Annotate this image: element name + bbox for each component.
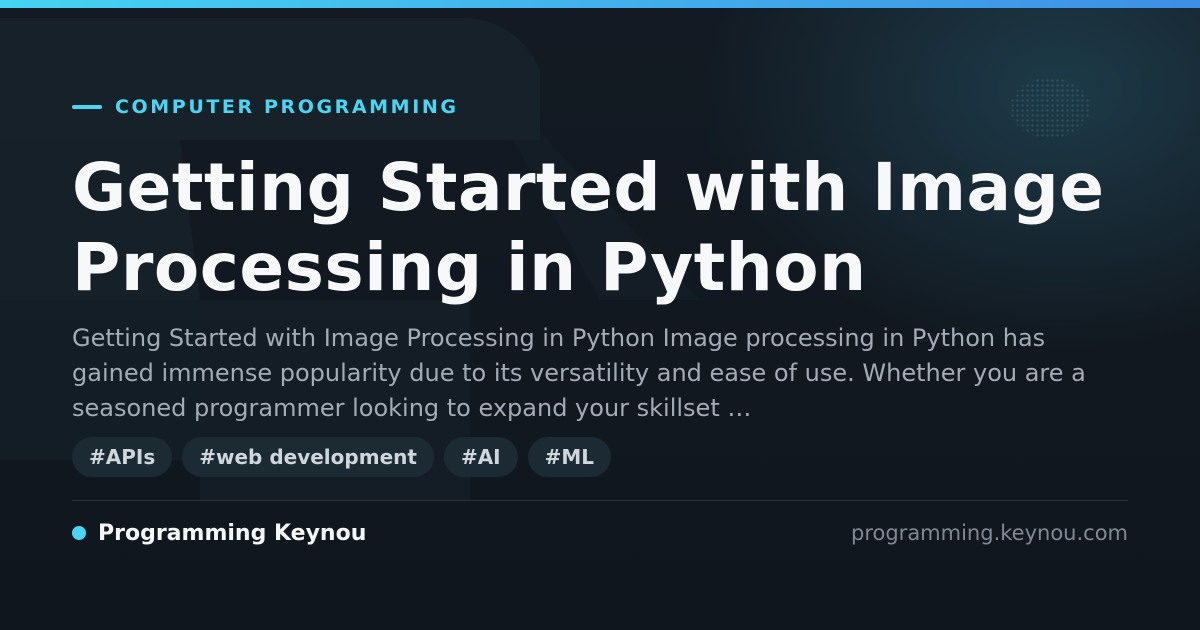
- brand-name: Programming Keynou: [98, 520, 367, 546]
- tag-ai[interactable]: #AI: [443, 437, 518, 477]
- site-url[interactable]: programming.keynou.com: [851, 518, 1128, 548]
- brand-dot-icon: [72, 526, 86, 540]
- social-preview-card: COMPUTER PROGRAMMING Getting Started wit…: [0, 0, 1200, 630]
- article-title: Getting Started with Image Processing in…: [72, 149, 1105, 306]
- category-dash: [72, 105, 102, 109]
- tag-list: #APIs #web development #AI #ML: [72, 437, 612, 477]
- tag-web-development[interactable]: #web development: [182, 437, 434, 477]
- dot-pattern: [1010, 78, 1090, 138]
- brand[interactable]: Programming Keynou: [72, 518, 366, 548]
- category-text: COMPUTER PROGRAMMING: [115, 96, 459, 118]
- footer-divider: [72, 500, 1128, 501]
- category-label: COMPUTER PROGRAMMING: [72, 95, 459, 119]
- tag-ml[interactable]: #ML: [527, 437, 612, 477]
- tag-apis[interactable]: #APIs: [72, 437, 173, 477]
- article-description: Getting Started with Image Processing in…: [72, 324, 1086, 422]
